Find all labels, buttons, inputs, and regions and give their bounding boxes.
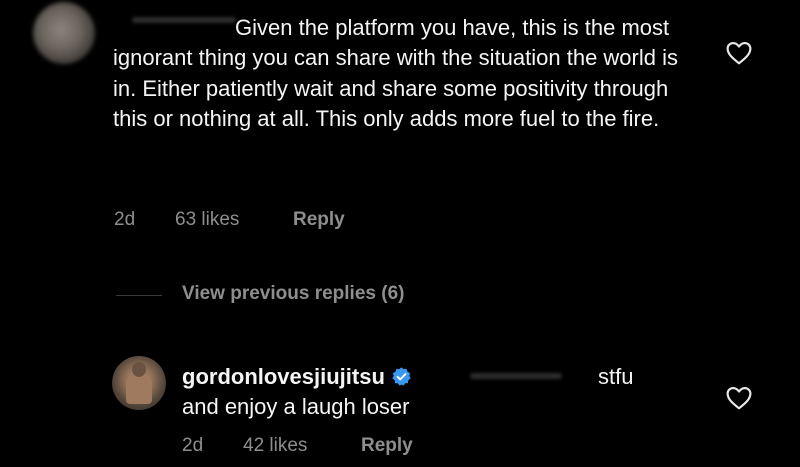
reply-likes[interactable]: 42 likes	[243, 435, 307, 457]
reply-like-heart-icon[interactable]	[726, 386, 752, 410]
reply-text-continued: and enjoy a laugh loser	[182, 394, 410, 419]
avatar-figure-head	[132, 362, 146, 377]
avatar-figure	[126, 374, 152, 404]
comment-text: Given the platform you have, this is the…	[113, 13, 703, 134]
comment-reply-button[interactable]: Reply	[293, 209, 345, 231]
reply-username[interactable]: gordonlovesjiujitsu	[182, 364, 385, 389]
commenter-avatar[interactable]	[33, 2, 95, 64]
verified-badge-icon	[392, 367, 411, 386]
comment-time: 2d	[114, 209, 136, 230]
redacted-mention	[470, 373, 562, 379]
like-heart-icon[interactable]	[726, 41, 752, 65]
comment-likes[interactable]: 63 likes	[175, 209, 239, 231]
view-previous-replies-label[interactable]: View previous replies (6)	[182, 283, 404, 305]
replies-divider-line	[116, 295, 162, 296]
reply-avatar[interactable]	[112, 356, 166, 410]
reply-time: 2d	[182, 435, 204, 456]
reply-text-inline: stfu	[598, 364, 634, 389]
comment-text-first-line: Given the platform you have, this is	[235, 15, 579, 40]
reply-reply-button[interactable]: Reply	[361, 435, 413, 457]
